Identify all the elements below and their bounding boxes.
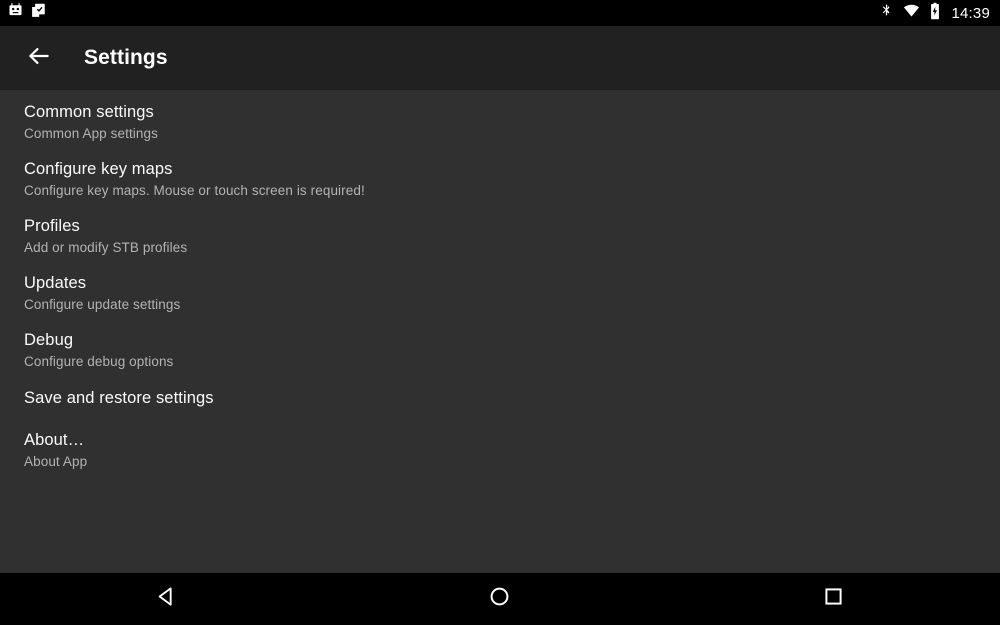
preference-summary: Add or modify STB profiles xyxy=(24,240,188,255)
arrow-left-icon xyxy=(26,43,52,74)
preference-title: Profiles xyxy=(24,217,80,235)
preference-item-profiles[interactable]: Profiles Add or modify STB profiles xyxy=(0,215,1000,257)
clipboard-check-icon xyxy=(30,2,47,24)
back-triangle-icon xyxy=(154,584,179,614)
preference-item-save-and-restore-settings[interactable]: Save and restore settings xyxy=(0,386,1000,410)
android-robot-icon xyxy=(7,2,24,24)
bluetooth-icon xyxy=(879,2,894,24)
preference-summary: About App xyxy=(24,454,88,469)
preference-summary: Common App settings xyxy=(24,126,158,141)
preference-summary: Configure key maps. Mouse or touch scree… xyxy=(24,183,365,198)
preference-title: Common settings xyxy=(24,103,154,121)
settings-list: Common settings Common App settings Conf… xyxy=(0,90,1000,573)
back-button[interactable] xyxy=(22,41,56,75)
preference-item-debug[interactable]: Debug Configure debug options xyxy=(0,329,1000,371)
status-bar-system-icons: 14:39 xyxy=(879,2,990,25)
home-circle-icon xyxy=(487,584,512,614)
preference-item-common-settings[interactable]: Common settings Common App settings xyxy=(0,101,1000,143)
status-bar-notification-icons xyxy=(7,2,47,24)
preference-item-about[interactable]: About… About App xyxy=(0,429,1000,471)
nav-back-button[interactable] xyxy=(127,573,207,625)
android-settings-screen: 14:39 Settings Common settings Common Ap… xyxy=(0,0,1000,625)
status-bar-clock: 14:39 xyxy=(951,4,990,22)
preference-title: Updates xyxy=(24,274,87,292)
wifi-icon xyxy=(902,2,921,24)
system-navigation-bar xyxy=(0,573,1000,625)
app-toolbar: Settings xyxy=(0,26,1000,90)
preference-title: Configure key maps xyxy=(24,160,173,178)
nav-recents-button[interactable] xyxy=(793,573,873,625)
preference-item-updates[interactable]: Updates Configure update settings xyxy=(0,272,1000,314)
status-bar: 14:39 xyxy=(0,0,1000,26)
preference-title: Debug xyxy=(24,331,74,349)
preference-summary: Configure update settings xyxy=(24,297,181,312)
preference-item-configure-key-maps[interactable]: Configure key maps Configure key maps. M… xyxy=(0,158,1000,200)
preference-summary: Configure debug options xyxy=(24,354,174,369)
nav-home-button[interactable] xyxy=(460,573,540,625)
preference-title: About… xyxy=(24,431,85,449)
page-title: Settings xyxy=(84,46,168,69)
preference-title: Save and restore settings xyxy=(24,389,214,407)
recents-square-icon xyxy=(821,584,846,614)
battery-charging-icon xyxy=(929,2,941,25)
